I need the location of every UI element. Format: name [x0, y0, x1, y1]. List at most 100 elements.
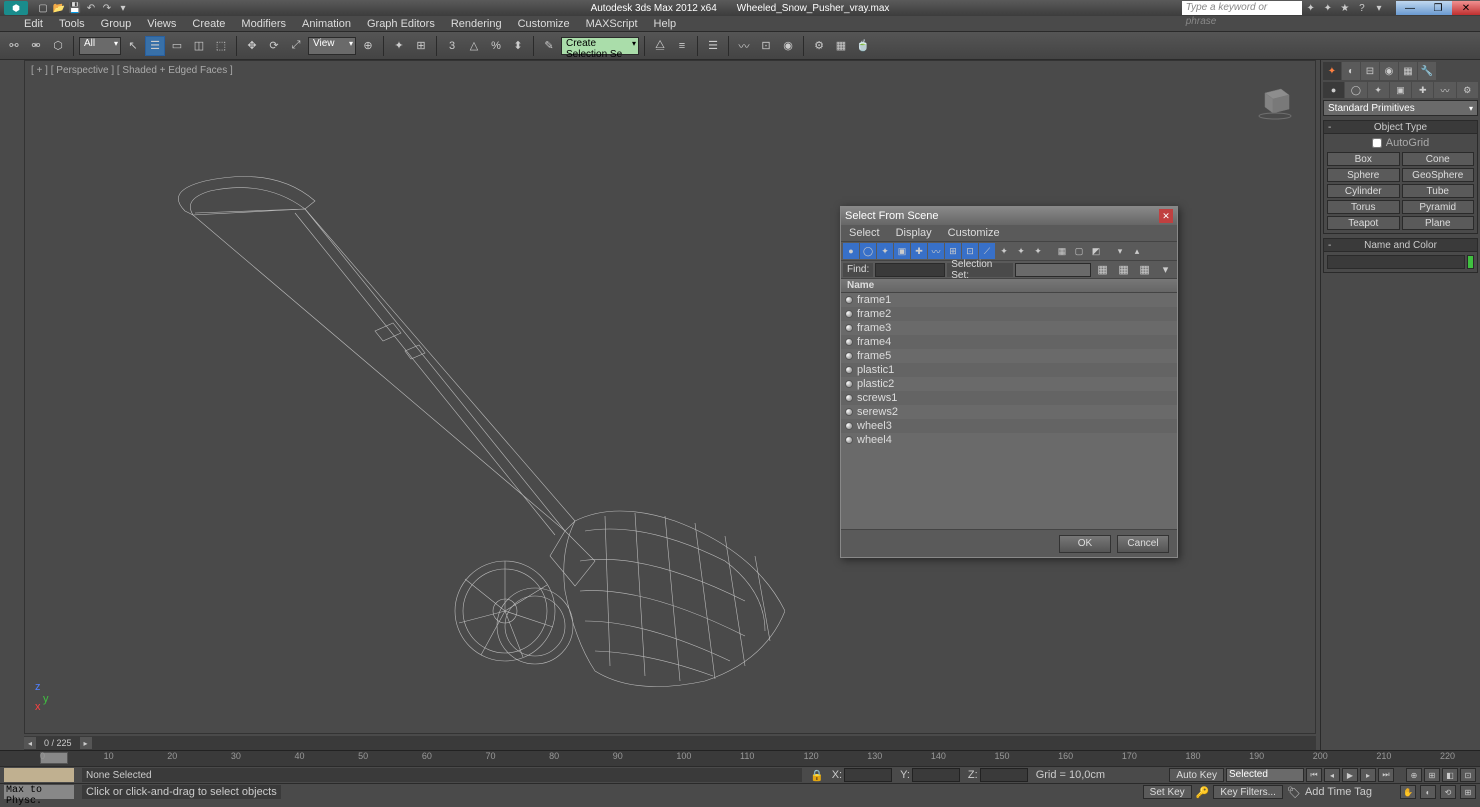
- list-item[interactable]: frame3: [841, 321, 1177, 335]
- expand-icon[interactable]: ▾: [1112, 243, 1128, 259]
- nav-zoomall-icon[interactable]: ⊞: [1424, 768, 1440, 782]
- list-item[interactable]: frame1: [841, 293, 1177, 307]
- help-search-input[interactable]: Type a keyword or phrase: [1182, 1, 1302, 15]
- menu-group[interactable]: Group: [101, 18, 132, 30]
- filter-b-icon[interactable]: ✦: [1013, 243, 1029, 259]
- align-icon[interactable]: ≡: [672, 36, 692, 56]
- btn-torus[interactable]: Torus: [1327, 200, 1400, 214]
- btn-box[interactable]: Box: [1327, 152, 1400, 166]
- selection-filter-dropdown[interactable]: All: [79, 37, 121, 55]
- nav-zoomext-icon[interactable]: ⊡: [1460, 768, 1476, 782]
- ok-button[interactable]: OK: [1059, 535, 1111, 553]
- selset-b-icon[interactable]: ▦: [1114, 260, 1133, 280]
- tab-hierarchy-icon[interactable]: ⊟: [1361, 62, 1379, 80]
- timeline[interactable]: 0102030405060708090100110120130140150160…: [0, 750, 1480, 766]
- open-icon[interactable]: 📂: [52, 1, 66, 15]
- list-item[interactable]: screws1: [841, 391, 1177, 405]
- dlg-menu-display[interactable]: Display: [896, 227, 932, 239]
- key-icon[interactable]: 🔑: [1196, 786, 1210, 799]
- material-icon[interactable]: ◉: [778, 36, 798, 56]
- close-button[interactable]: ✕: [1452, 1, 1480, 15]
- selection-set-dropdown[interactable]: Create Selection Se: [561, 37, 639, 55]
- scroll-right-icon[interactable]: ▸: [80, 737, 92, 749]
- menu-help[interactable]: Help: [654, 18, 677, 30]
- rollout-object-type[interactable]: Object Type: [1323, 120, 1478, 134]
- selnone-icon[interactable]: ▢: [1071, 243, 1087, 259]
- lock-icon[interactable]: 🔒: [810, 769, 824, 782]
- btn-tube[interactable]: Tube: [1402, 184, 1475, 198]
- percentsnap-icon[interactable]: %: [486, 36, 506, 56]
- pivot-icon[interactable]: ⊕: [358, 36, 378, 56]
- btn-pyramid[interactable]: Pyramid: [1402, 200, 1475, 214]
- nav-orbit-icon[interactable]: ⟲: [1440, 785, 1456, 799]
- goto-end-icon[interactable]: ⏭: [1378, 768, 1394, 782]
- keymode-icon[interactable]: ⊞: [411, 36, 431, 56]
- rendersetup-icon[interactable]: ⚙: [809, 36, 829, 56]
- keyfilters-button[interactable]: Key Filters...: [1213, 785, 1283, 799]
- subtab-shapes-icon[interactable]: ◯: [1345, 82, 1366, 98]
- dlg-menu-select[interactable]: Select: [849, 227, 880, 239]
- list-item[interactable]: wheel3: [841, 419, 1177, 433]
- viewport-hscroll[interactable]: ◂ 0 / 225 ▸: [24, 736, 1316, 750]
- list-item[interactable]: wheel4: [841, 433, 1177, 447]
- filter-group-icon[interactable]: ⊞: [945, 243, 961, 259]
- select-name-icon[interactable]: ☰: [145, 36, 165, 56]
- keymode-dropdown[interactable]: Selected: [1226, 768, 1304, 782]
- link-icon[interactable]: ⚯: [4, 36, 24, 56]
- dialog-close-icon[interactable]: ✕: [1159, 209, 1173, 223]
- color-swatch[interactable]: [1467, 255, 1474, 269]
- list-item[interactable]: frame2: [841, 307, 1177, 321]
- snap3-icon[interactable]: 3: [442, 36, 462, 56]
- btn-plane[interactable]: Plane: [1402, 216, 1475, 230]
- list-item[interactable]: plastic2: [841, 377, 1177, 391]
- goto-start-icon[interactable]: ⏮: [1306, 768, 1322, 782]
- filter-geom-icon[interactable]: ●: [843, 243, 859, 259]
- selall-icon[interactable]: ▦: [1054, 243, 1070, 259]
- collapse-icon[interactable]: ▴: [1129, 243, 1145, 259]
- addtimetag-label[interactable]: Add Time Tag: [1305, 786, 1372, 798]
- paint-select-icon[interactable]: ⬚: [211, 36, 231, 56]
- menu-maxscript[interactable]: MAXScript: [586, 18, 638, 30]
- maxscript-mini[interactable]: Max to Physc.: [4, 785, 74, 799]
- redo-icon[interactable]: ↷: [100, 1, 114, 15]
- filter-helper-icon[interactable]: ✚: [911, 243, 927, 259]
- btn-teapot[interactable]: Teapot: [1327, 216, 1400, 230]
- rect-select-icon[interactable]: ▭: [167, 36, 187, 56]
- tab-motion-icon[interactable]: ◉: [1380, 62, 1398, 80]
- viewport-label[interactable]: [ + ] [ Perspective ] [ Shaded + Edged F…: [31, 65, 233, 76]
- unlink-icon[interactable]: ⚮: [26, 36, 46, 56]
- curveeditor-icon[interactable]: 〰: [734, 36, 754, 56]
- tab-modify-icon[interactable]: ◐: [1342, 62, 1360, 80]
- list-item[interactable]: plastic1: [841, 363, 1177, 377]
- app-logo-icon[interactable]: ⬢: [4, 1, 28, 15]
- maximize-button[interactable]: ❐: [1424, 1, 1452, 15]
- filter-c-icon[interactable]: ✦: [1030, 243, 1046, 259]
- namedselset-icon[interactable]: ✎: [539, 36, 559, 56]
- schematic-icon[interactable]: ⊡: [756, 36, 776, 56]
- btn-geosphere[interactable]: GeoSphere: [1402, 168, 1475, 182]
- refcoord-dropdown[interactable]: View: [308, 37, 356, 55]
- subscription-icon[interactable]: ✦: [1304, 1, 1318, 15]
- subtab-spacewarps-icon[interactable]: 〰: [1434, 82, 1455, 98]
- scale-icon[interactable]: ⤢: [286, 36, 306, 56]
- qat-more-icon[interactable]: ▾: [116, 1, 130, 15]
- rollout-name-color[interactable]: Name and Color: [1323, 238, 1478, 252]
- selinvert-icon[interactable]: ◩: [1088, 243, 1104, 259]
- undo-icon[interactable]: ↶: [84, 1, 98, 15]
- menu-tools[interactable]: Tools: [59, 18, 85, 30]
- dlg-menu-customize[interactable]: Customize: [948, 227, 1000, 239]
- subtab-geometry-icon[interactable]: ●: [1323, 82, 1344, 98]
- menu-create[interactable]: Create: [192, 18, 225, 30]
- window-cross-icon[interactable]: ◫: [189, 36, 209, 56]
- minimize-button[interactable]: —: [1396, 1, 1424, 15]
- btn-cylinder[interactable]: Cylinder: [1327, 184, 1400, 198]
- filter-a-icon[interactable]: ✦: [996, 243, 1012, 259]
- subtab-lights-icon[interactable]: ✦: [1368, 82, 1389, 98]
- options-icon[interactable]: ▾: [1156, 260, 1175, 280]
- save-icon[interactable]: 💾: [68, 1, 82, 15]
- layers-icon[interactable]: ☰: [703, 36, 723, 56]
- setkey-button[interactable]: Set Key: [1143, 785, 1192, 799]
- exchange-icon[interactable]: ✦: [1321, 1, 1335, 15]
- timetag-icon[interactable]: 🏷: [1287, 786, 1301, 799]
- nav-zoom-icon[interactable]: ⊕: [1406, 768, 1422, 782]
